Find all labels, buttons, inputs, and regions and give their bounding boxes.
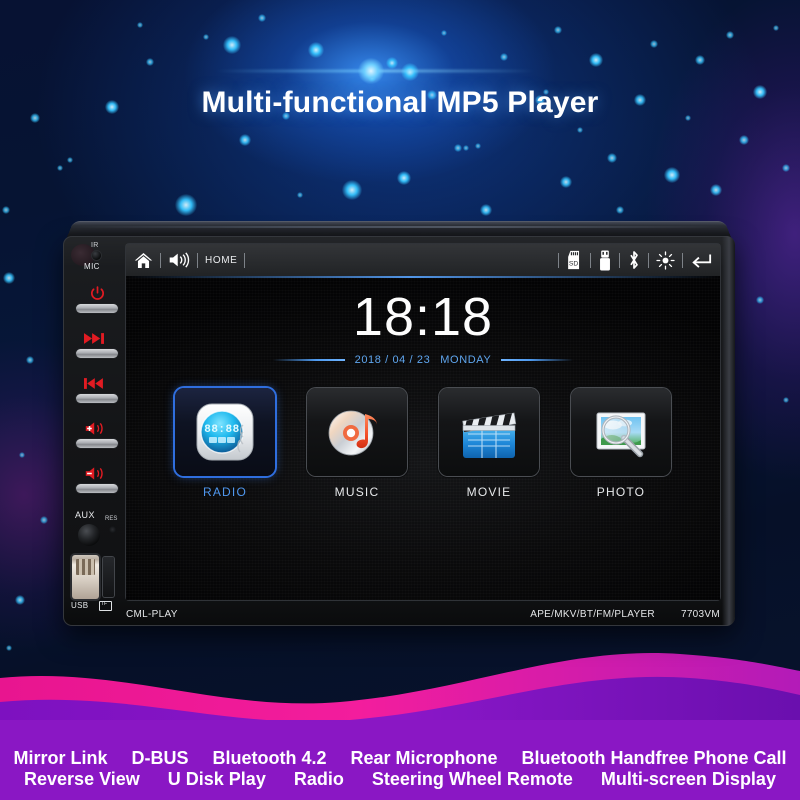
brightness-icon[interactable] (656, 250, 675, 270)
brand-label: CML-PLAY (126, 608, 178, 620)
clock-weekday: MONDAY (440, 354, 492, 366)
volume-up-icon (69, 419, 125, 437)
date-rule-right (501, 359, 574, 361)
aux-label: AUX (75, 510, 96, 520)
aux-jack[interactable] (78, 524, 100, 546)
back-arrow-icon[interactable] (690, 252, 712, 268)
formats-label: APE/MKV/BT/FM/PLAYER (530, 608, 655, 620)
microphone-hole (92, 251, 101, 260)
power-icon (69, 284, 125, 302)
app-grid: 88:88 RADIO MUSIC MOVIE PHOTO (126, 388, 720, 499)
usb-icon[interactable] (598, 249, 612, 271)
usb-port[interactable] (72, 555, 99, 599)
svg-text:88:88: 88:88 (204, 424, 240, 436)
toolbar-divider (648, 252, 649, 268)
model-label: 7703VM (680, 608, 720, 620)
app-label-photo: PHOTO (596, 485, 646, 499)
feature-row-2: Reverse View U Disk Play Radio Steering … (0, 769, 800, 790)
radio-clock-icon: 88:88 (196, 403, 254, 461)
clapperboard-icon (462, 412, 517, 458)
feature-item: Steering Wheel Remote (371, 769, 573, 789)
touch-screen[interactable]: HOME SD 18:18 2018 / 04 / 23 MONDAY 88:8… (126, 244, 720, 600)
app-tile-movie-button[interactable] (439, 388, 539, 476)
volume-down-key[interactable] (76, 484, 118, 493)
toolbar-divider (619, 252, 620, 268)
cd-music-note-icon (328, 410, 377, 456)
toolbar-divider (160, 252, 161, 268)
app-label-radio: RADIO (202, 485, 247, 499)
feature-item: Bluetooth Handfree Phone Call (521, 748, 787, 768)
ports-section: USB (69, 555, 125, 615)
date-line: 2018 / 04 / 23 MONDAY (126, 354, 720, 366)
volume-up-key[interactable] (76, 439, 118, 448)
previous-track-key[interactable] (76, 394, 118, 403)
feature-item: Multi-screen Display (600, 769, 776, 789)
app-tile-radio[interactable]: 88:88 RADIO (175, 388, 275, 499)
app-tile-photo-button[interactable] (571, 388, 671, 476)
clock-date: 2018 / 04 / 23 (354, 354, 431, 366)
feature-item: Radio (293, 769, 344, 789)
feature-list: Mirror Link D-BUS Bluetooth 4.2 Rear Mic… (0, 742, 800, 800)
aux-section: AUX RES (69, 510, 125, 552)
toolbar-divider (558, 252, 559, 268)
toolbar-divider (197, 252, 198, 268)
left-control-panel: IR MIC AUX RES USB TF (69, 240, 125, 622)
volume-down-icon (69, 464, 125, 482)
toolbar-divider (590, 252, 591, 268)
power-button[interactable] (69, 284, 125, 313)
previous-track-button[interactable] (69, 374, 125, 403)
screen-content: 18:18 2018 / 04 / 23 MONDAY 88:88 RADIO … (126, 276, 720, 600)
volume-up-button[interactable] (69, 419, 125, 448)
previous-track-icon (69, 374, 125, 392)
feature-item: Rear Microphone (350, 748, 498, 768)
device-right-edge (722, 236, 735, 626)
sd-card-icon[interactable]: SD (566, 250, 583, 270)
mp5-player-device: IR MIC AUX RES USB TF HOME SD 18:18 2018… (63, 218, 735, 626)
tf-card-icon (99, 601, 112, 611)
photo-magnifier-icon (596, 412, 646, 458)
screen-top-glow (126, 276, 720, 278)
toolbar-divider (244, 252, 246, 268)
lens-flare-core (358, 58, 384, 84)
feature-item: D-BUS (131, 748, 189, 768)
home-label[interactable]: HOME (205, 255, 237, 266)
clock-time: 18:18 (352, 287, 494, 347)
tf-card-slot[interactable] (103, 557, 114, 597)
screen-top-toolbar: HOME SD (126, 244, 720, 276)
feature-item: Reverse View (24, 769, 140, 789)
app-tile-movie[interactable]: MOVIE (439, 388, 539, 499)
footer-right: APE/MKV/BT/FM/PLAYER 7703VM (530, 609, 720, 620)
toolbar-divider (682, 252, 683, 268)
volume-icon[interactable] (168, 252, 190, 268)
volume-down-button[interactable] (69, 464, 125, 493)
power-key[interactable] (76, 304, 118, 313)
feature-row-1: Mirror Link D-BUS Bluetooth 4.2 Rear Mic… (0, 748, 800, 769)
ir-label: IR (91, 242, 99, 249)
app-tile-photo[interactable]: PHOTO (571, 388, 671, 499)
feature-item: Mirror Link (13, 748, 108, 768)
app-label-music: MUSIC (334, 485, 380, 499)
usb-label: USB (71, 601, 89, 610)
app-tile-music-button[interactable] (307, 388, 407, 476)
next-track-icon (69, 329, 125, 347)
mic-label: MIC (84, 262, 100, 271)
svg-text:SD: SD (569, 260, 579, 267)
app-label-movie: MOVIE (466, 485, 512, 499)
app-tile-radio-button[interactable]: 88:88 (175, 388, 275, 476)
app-tile-music[interactable]: MUSIC (307, 388, 407, 499)
feature-item: Bluetooth 4.2 (212, 748, 327, 768)
device-footer: CML-PLAY APE/MKV/BT/FM/PLAYER 7703VM (126, 604, 720, 624)
bluetooth-icon[interactable] (627, 250, 641, 270)
next-track-key[interactable] (76, 349, 118, 358)
feature-item: U Disk Play (167, 769, 266, 789)
page-title: Multi-functional MP5 Player (201, 86, 599, 119)
date-rule-left (272, 359, 345, 361)
home-icon[interactable] (134, 251, 153, 270)
reset-button[interactable] (109, 526, 116, 533)
next-track-button[interactable] (69, 329, 125, 358)
reset-label: RES (105, 516, 118, 522)
